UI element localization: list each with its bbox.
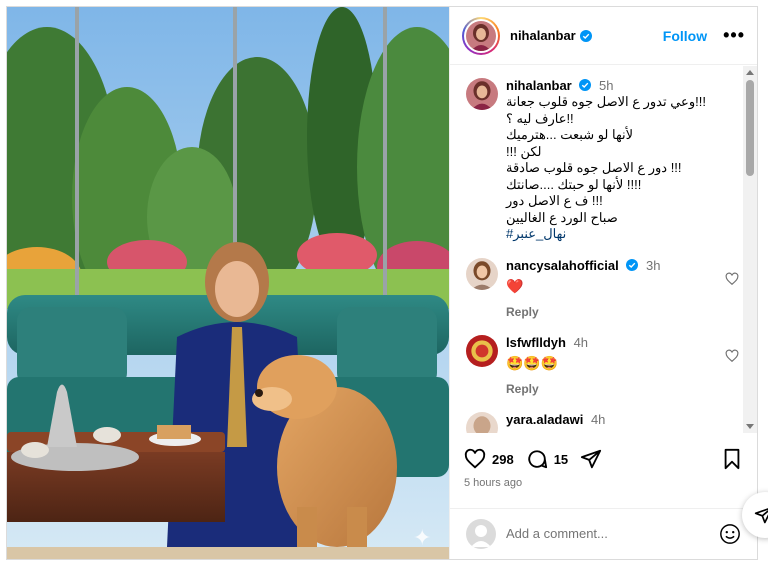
comment-item: lsfwflldyh 4h 🤩🤩🤩 Reply xyxy=(466,335,743,396)
commenter-username[interactable]: nancysalahofficial xyxy=(506,258,619,273)
reply-button[interactable]: Reply xyxy=(506,382,588,396)
scroll-down-arrow-icon[interactable] xyxy=(746,424,754,429)
story-ring[interactable] xyxy=(462,16,500,55)
verified-badge-icon xyxy=(579,29,592,42)
comment-item: nancysalahofficial 3h ❤️ Reply xyxy=(466,258,743,319)
caption-line: !!!! لأنها لو حبتك ....صانتك xyxy=(506,176,642,192)
comments-list[interactable]: nihalanbar 5h !!!وعي تدور ع الاصل جوه قل… xyxy=(450,66,743,433)
post-actions-bar: 298 15 xyxy=(464,445,743,473)
smiley-icon[interactable] xyxy=(719,523,741,545)
paper-plane-icon xyxy=(754,508,768,524)
add-comment-bar xyxy=(450,508,757,558)
author-avatar xyxy=(466,20,496,51)
caption-hashtag[interactable]: #نهال_عنبر xyxy=(506,226,736,242)
comment-like-heart-icon[interactable] xyxy=(725,272,739,286)
comment-text: 🤩🤩🤩 xyxy=(506,355,559,371)
comment-like-heart-icon[interactable] xyxy=(725,349,739,363)
comment-time[interactable]: 4h xyxy=(574,335,588,350)
add-comment-input[interactable] xyxy=(506,526,696,541)
caption-time[interactable]: 5h xyxy=(599,78,613,93)
comment-count[interactable]: 15 xyxy=(554,452,568,467)
post-image[interactable]: ✦ xyxy=(7,7,449,559)
comment-bubble-icon[interactable] xyxy=(526,448,548,470)
post-timestamp[interactable]: 5 hours ago xyxy=(464,477,522,489)
paper-plane-icon[interactable] xyxy=(580,448,602,470)
post-side-panel: nihalanbar Follow ••• nihalanbar 5h !!!و… xyxy=(449,7,757,559)
caption-line: لكن !!! xyxy=(506,143,542,159)
scroll-up-arrow-icon[interactable] xyxy=(746,70,754,75)
caption-avatar[interactable] xyxy=(466,78,498,110)
post-photo-illustration xyxy=(7,7,449,559)
caption-line: !!! ف ع الاصل دور xyxy=(506,193,603,208)
caption-line: !!عارف ليه ؟ xyxy=(506,110,574,126)
commenter-avatar[interactable] xyxy=(466,412,498,433)
caption-username[interactable]: nihalanbar xyxy=(506,78,572,93)
author-username[interactable]: nihalanbar xyxy=(510,28,576,43)
caption-line: !!!وعي تدور ع الاصل جوه قلوب جعانة xyxy=(506,94,706,109)
current-user-avatar xyxy=(466,518,496,549)
commenter-avatar[interactable] xyxy=(466,335,498,367)
reply-button[interactable]: Reply xyxy=(506,305,660,319)
commenter-username[interactable]: yara.aladawi xyxy=(506,412,583,427)
more-options-icon[interactable]: ••• xyxy=(723,25,745,46)
like-count[interactable]: 298 xyxy=(492,452,514,467)
comment-text: ❤️ xyxy=(506,278,524,294)
heart-icon[interactable] xyxy=(464,448,486,470)
verified-badge-icon xyxy=(579,79,592,91)
follow-button[interactable]: Follow xyxy=(663,28,707,44)
commenter-username[interactable]: lsfwflldyh xyxy=(506,335,566,350)
post-header: nihalanbar Follow ••• xyxy=(450,7,757,65)
caption-line: لأنها لو شبعت ...هترميك xyxy=(506,127,633,142)
scrollbar-thumb[interactable] xyxy=(746,80,754,176)
caption-line: صباح الورد ع الغاليين xyxy=(506,209,618,225)
bookmark-icon[interactable] xyxy=(721,448,743,470)
comment-time[interactable]: 4h xyxy=(591,412,605,427)
caption: nihalanbar 5h !!!وعي تدور ع الاصل جوه قل… xyxy=(466,78,743,242)
ai-sparkle-icon: ✦ xyxy=(413,525,432,550)
commenter-avatar[interactable] xyxy=(466,258,498,290)
post-dialog: ✦ nihalanbar Follow ••• nihalanbar 5h !!… xyxy=(6,6,758,560)
comment-item: yara.aladawi 4h xyxy=(466,412,743,433)
caption-line: !!! دور ع الاصل جوه قلوب صادقة xyxy=(506,160,682,175)
comments-scrollbar[interactable] xyxy=(743,66,757,433)
verified-badge-icon xyxy=(626,259,639,271)
comment-time[interactable]: 3h xyxy=(646,258,660,273)
